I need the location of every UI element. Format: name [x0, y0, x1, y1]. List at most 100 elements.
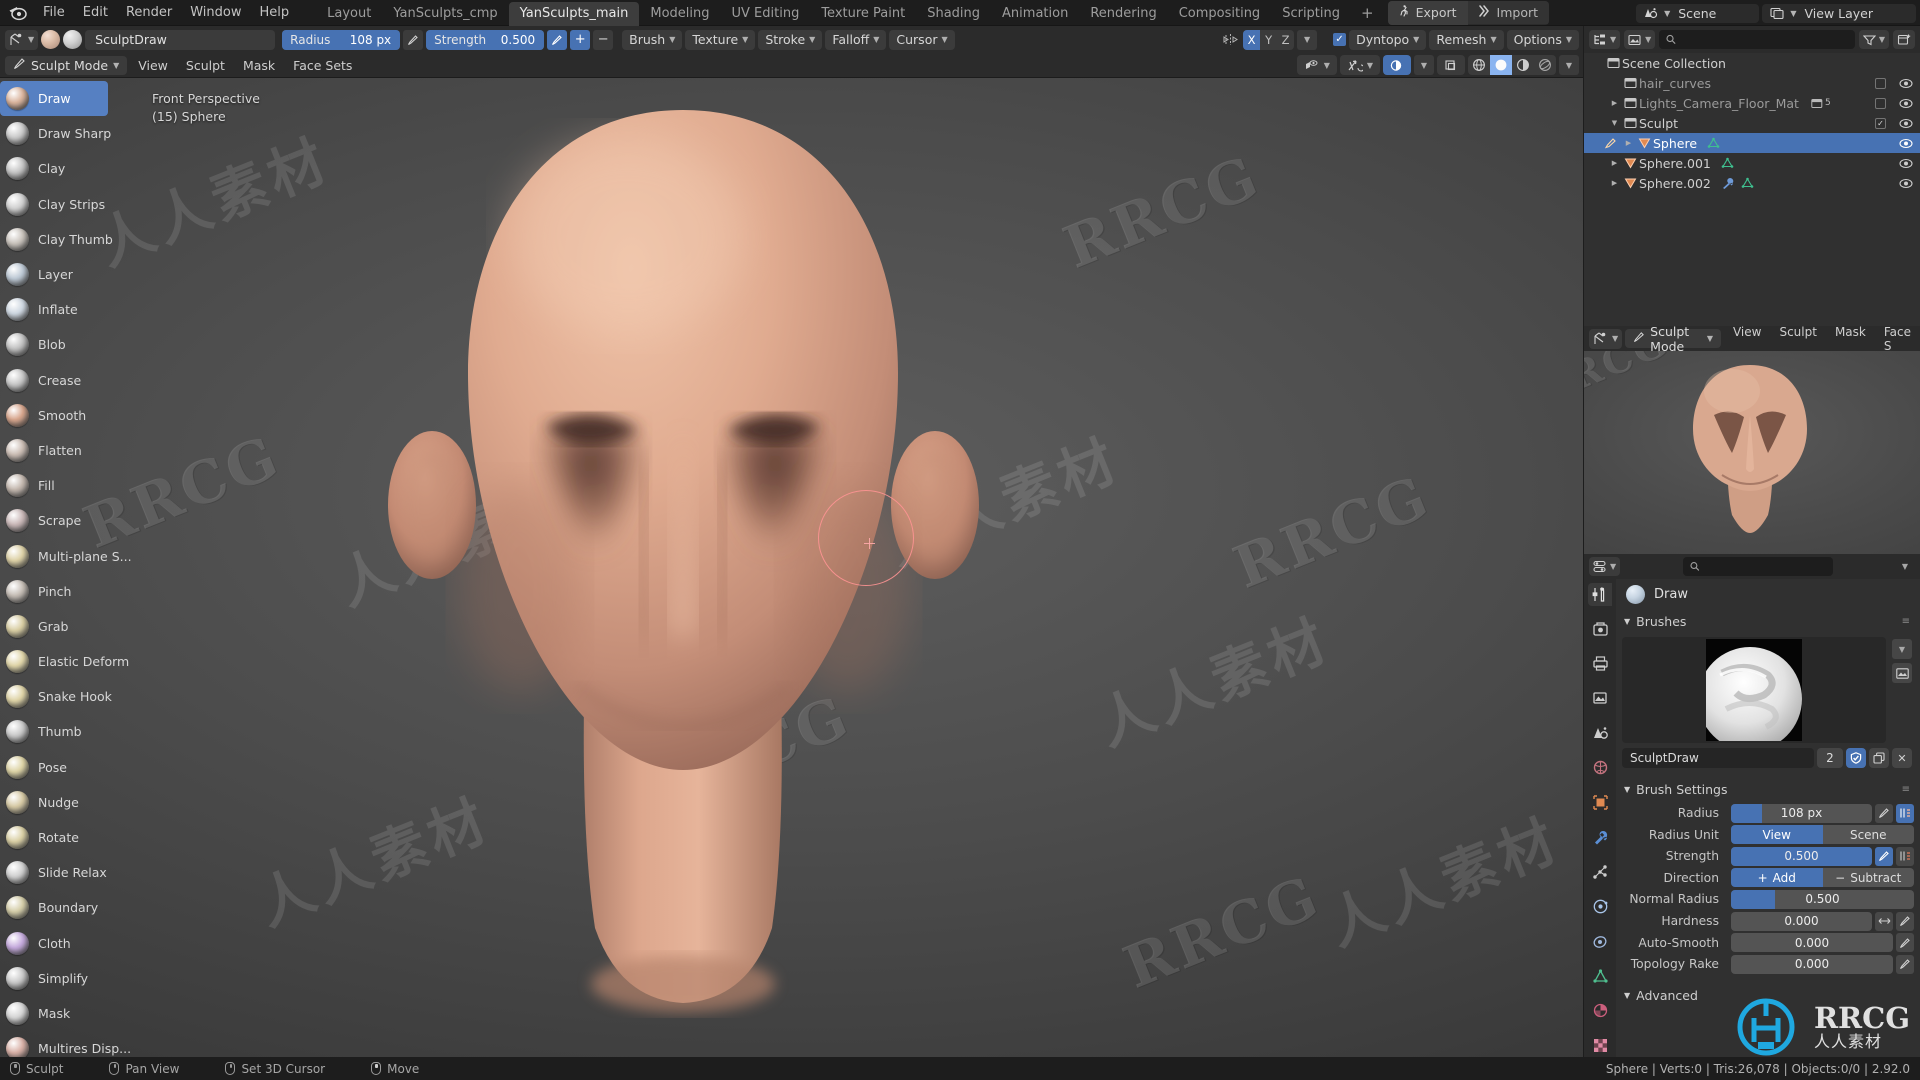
sculpt-tool-pinch[interactable]: Pinch: [0, 574, 134, 609]
normal-radius-slider[interactable]: 0.500: [1731, 889, 1914, 909]
sculpt-tool-draw-sharp[interactable]: Draw Sharp: [0, 116, 134, 151]
tool-menu-face-sets[interactable]: Face Sets: [284, 58, 361, 73]
xray-toggle[interactable]: [1437, 55, 1465, 75]
outliner-row[interactable]: hair_curves: [1584, 73, 1920, 93]
gizmo-dropdown[interactable]: ▼: [1339, 55, 1380, 75]
strength-slider[interactable]: Strength 0.500: [426, 29, 545, 50]
tab-object-data[interactable]: [1588, 965, 1612, 988]
sculpt-tool-layer[interactable]: Layer: [0, 257, 134, 292]
tab-scene[interactable]: [1588, 722, 1612, 745]
scene-selector[interactable]: ▼ Scene: [1636, 3, 1760, 23]
disclosure-triangle-icon[interactable]: ▶: [1607, 159, 1622, 167]
visibility-eye-icon[interactable]: [1899, 117, 1913, 130]
sculpt-tool-smooth[interactable]: Smooth: [0, 398, 134, 433]
sculpt-tool-clay-thumb[interactable]: Clay Thumb: [0, 222, 134, 257]
preview-menu-face-s[interactable]: Face S: [1875, 326, 1920, 351]
blender-logo-icon[interactable]: [6, 3, 28, 23]
sculpt-tool-clay-strips[interactable]: Clay Strips: [0, 187, 134, 222]
properties-search-input[interactable]: [1682, 557, 1833, 576]
sculpt-tool-mask[interactable]: Mask: [0, 996, 134, 1031]
outliner-row[interactable]: ▶ Lights_Camera_Floor_Mat 5: [1584, 93, 1920, 113]
workspace-tab-compositing[interactable]: Compositing: [1168, 2, 1272, 26]
symmetry-options-chevron[interactable]: ▼: [1297, 29, 1318, 50]
tab-material[interactable]: [1588, 1000, 1612, 1023]
brush-datablock-name[interactable]: SculptDraw: [1622, 748, 1814, 768]
sculpt-tool-multi-plane-s-[interactable]: Multi-plane S...: [0, 538, 134, 573]
workspace-tab-shading[interactable]: Shading: [916, 2, 991, 26]
workspace-tab-texture-paint[interactable]: Texture Paint: [810, 2, 916, 26]
exclude-collection-checkbox[interactable]: ✓: [1875, 117, 1886, 129]
brush-texture-icon[interactable]: [63, 30, 83, 49]
workspace-tab-rendering[interactable]: Rendering: [1079, 2, 1167, 26]
tab-object[interactable]: [1588, 791, 1612, 814]
view-layer-selector[interactable]: ▼ View Layer: [1762, 3, 1916, 23]
outliner-new-collection-button[interactable]: [1893, 30, 1915, 49]
sculpt-tool-pose[interactable]: Pose: [0, 750, 134, 785]
workspace-tab-yansculpts-main[interactable]: YanSculpts_main: [508, 1, 640, 26]
brush-toggle-icon[interactable]: [1875, 846, 1893, 866]
symmetry-icon[interactable]: [1220, 30, 1240, 50]
outliner-display-mode-button[interactable]: ▼: [1624, 30, 1656, 49]
properties-editor-type-button[interactable]: ▼: [1589, 557, 1621, 576]
tab-texture[interactable]: [1588, 1034, 1612, 1057]
outliner-row[interactable]: ▶ Sphere.001: [1584, 153, 1920, 173]
disclosure-triangle-icon[interactable]: ▶: [1621, 139, 1636, 147]
menu-window[interactable]: Window: [181, 2, 250, 23]
sculpt-tool-inflate[interactable]: Inflate: [0, 292, 134, 327]
overlays-toggle[interactable]: [1383, 55, 1411, 75]
sculpt-tool-boundary[interactable]: Boundary: [0, 890, 134, 925]
brush-name-field[interactable]: SculptDraw: [85, 29, 276, 50]
sculpt-tool-rotate[interactable]: Rotate: [0, 820, 134, 855]
outliner-search-field[interactable]: [1681, 32, 1848, 47]
sculpt-tool-fill[interactable]: Fill: [0, 468, 134, 503]
panel-drag-handle[interactable]: ≡: [1902, 616, 1910, 627]
tab-constraints[interactable]: [1588, 930, 1612, 953]
brush-preview-icon[interactable]: [41, 30, 61, 49]
sculpt-tool-multires-disp-[interactable]: Multires Disp...: [0, 1031, 134, 1057]
radius-pressure-toggle[interactable]: [403, 29, 424, 50]
editor-type-selector[interactable]: ▼: [5, 29, 39, 50]
option-subtract[interactable]: − Subtract: [1822, 868, 1914, 888]
brush-dropdown[interactable]: Brush ▼: [622, 29, 683, 50]
radius-slider[interactable]: 108 px: [1731, 803, 1872, 823]
anim-toggle-icon[interactable]: [1896, 803, 1914, 823]
visibility-dropdown[interactable]: ▼: [1296, 55, 1337, 75]
unlink-brush-button[interactable]: ✕: [1892, 748, 1912, 768]
disclosure-triangle-icon[interactable]: ▶: [1607, 179, 1622, 187]
options-dropdown[interactable]: Options ▼: [1506, 29, 1579, 50]
sculpt-tool-crease[interactable]: Crease: [0, 363, 134, 398]
outliner-row[interactable]: Scene Collection: [1584, 53, 1920, 73]
direction-subtract-button[interactable]: −: [593, 29, 614, 50]
brush-toggle-icon[interactable]: [1896, 954, 1914, 974]
tab-particles[interactable]: [1588, 861, 1612, 884]
sculpt-tool-slide-relax[interactable]: Slide Relax: [0, 855, 134, 890]
brush-preview-toggle[interactable]: [1892, 663, 1912, 683]
brush-toggle-icon[interactable]: [1896, 911, 1914, 931]
tab-view-layer[interactable]: [1588, 687, 1612, 710]
workspace-tab-layout[interactable]: Layout: [316, 2, 382, 26]
brush-thumbnail[interactable]: [1706, 639, 1802, 741]
workspace-tab-animation[interactable]: Animation: [991, 2, 1079, 26]
preview-menu-view[interactable]: View: [1724, 326, 1770, 351]
brushes-panel-header[interactable]: ▼ Brushes ≡: [1616, 609, 1920, 633]
menu-file[interactable]: File: [34, 2, 74, 23]
visibility-eye-icon[interactable]: [1899, 157, 1913, 170]
tab-output[interactable]: [1588, 652, 1612, 675]
tool-menu-sculpt[interactable]: Sculpt: [177, 58, 234, 73]
sculpt-tool-cloth[interactable]: Cloth: [0, 926, 134, 961]
properties-search-field[interactable]: [1704, 559, 1826, 574]
outliner-editor-type-button[interactable]: ▼: [1589, 30, 1621, 49]
falloff-dropdown[interactable]: Falloff ▼: [825, 29, 887, 50]
sculpt-tool-blob[interactable]: Blob: [0, 327, 134, 362]
sculpt-tool-clay[interactable]: Clay: [0, 151, 134, 186]
rendered-shading-button[interactable]: [1534, 55, 1556, 75]
sculpt-tool-grab[interactable]: Grab: [0, 609, 134, 644]
tab-modifiers[interactable]: [1588, 826, 1612, 849]
panel-drag-handle[interactable]: ≡: [1902, 784, 1910, 795]
tool-menu-mask[interactable]: Mask: [234, 58, 284, 73]
anim-toggle-icon[interactable]: [1896, 846, 1914, 866]
outliner-row[interactable]: ▶ Sphere.002: [1584, 173, 1920, 193]
remesh-dropdown[interactable]: Remesh ▼: [1429, 29, 1504, 50]
tab-world[interactable]: [1588, 757, 1612, 780]
option-view[interactable]: View: [1731, 825, 1823, 845]
